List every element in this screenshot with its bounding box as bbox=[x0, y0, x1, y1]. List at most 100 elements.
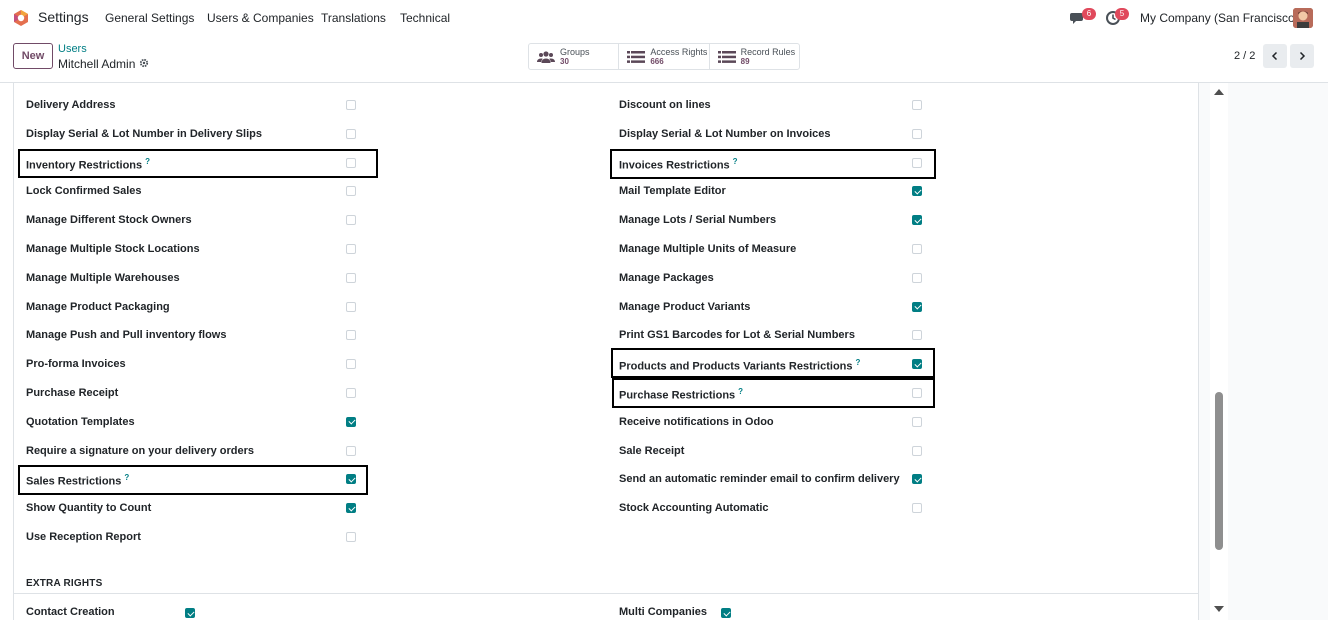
field-label-use-reception-report: Use Reception Report bbox=[26, 531, 141, 543]
menu-users-companies[interactable]: Users & Companies bbox=[207, 11, 314, 25]
checkbox-delivery-address[interactable] bbox=[346, 100, 356, 110]
checkbox-purchase-restrictions[interactable] bbox=[912, 388, 922, 398]
field-label-sales-restrictions: Sales Restrictions? bbox=[26, 473, 129, 488]
scroll-down-arrow-icon[interactable] bbox=[1214, 606, 1224, 612]
multi-companies-checkbox[interactable] bbox=[721, 608, 731, 618]
checkbox-display-serial-lot-number-on-invoices[interactable] bbox=[912, 128, 922, 139]
activities-badge: 5 bbox=[1115, 8, 1129, 20]
checkbox-receive-notifications-in-odoo[interactable] bbox=[912, 416, 922, 427]
field-label-text: Mail Template Editor bbox=[619, 185, 726, 198]
field-label-text: Inventory Restrictions bbox=[26, 159, 143, 172]
checkbox-manage-multiple-units-of-measure[interactable] bbox=[912, 244, 922, 254]
checkbox-manage-multiple-stock-locations[interactable] bbox=[346, 244, 356, 254]
groups-smart-button[interactable]: Groups 30 bbox=[529, 44, 620, 69]
contact-creation-checkbox[interactable] bbox=[185, 608, 195, 618]
menu-general-settings[interactable]: General Settings bbox=[105, 11, 194, 25]
field-label-sale-receipt: Sale Receipt bbox=[619, 445, 684, 457]
help-tooltip-icon[interactable]: ? bbox=[738, 387, 743, 396]
checkbox-inventory-restrictions[interactable] bbox=[346, 157, 356, 168]
checkbox-purchase-receipt[interactable] bbox=[346, 388, 356, 398]
field-label-send-an-automatic-reminder-email-to-confirm-delivery: Send an automatic reminder email to conf… bbox=[619, 473, 900, 485]
pager-previous-button[interactable] bbox=[1263, 44, 1287, 68]
breadcrumb-users[interactable]: Users bbox=[58, 43, 87, 55]
help-tooltip-icon[interactable]: ? bbox=[124, 473, 129, 482]
scroll-up-arrow-icon[interactable] bbox=[1214, 89, 1224, 95]
user-avatar[interactable] bbox=[1293, 8, 1313, 28]
checkbox-print-gs1-barcodes-for-lot-serial-numbers[interactable] bbox=[912, 330, 922, 341]
field-label-manage-packages: Manage Packages bbox=[619, 272, 714, 284]
checkbox-display-serial-lot-number-in-delivery-slips[interactable] bbox=[346, 128, 356, 139]
checkbox-manage-lots-serial-numbers[interactable] bbox=[912, 215, 922, 226]
checkbox-manage-multiple-warehouses[interactable] bbox=[346, 272, 356, 283]
help-tooltip-icon[interactable]: ? bbox=[145, 157, 150, 166]
help-tooltip-icon[interactable]: ? bbox=[733, 157, 738, 166]
record-rules-label: Record Rules bbox=[740, 46, 796, 57]
field-label-text: Manage Lots / Serial Numbers bbox=[619, 214, 777, 227]
access-rights-count: 666 bbox=[650, 56, 664, 66]
field-label-text: Discount on lines bbox=[619, 99, 711, 111]
field-label-manage-push-and-pull-inventory-flows: Manage Push and Pull inventory flows bbox=[26, 329, 226, 341]
checkbox-sales-restrictions[interactable] bbox=[346, 474, 356, 485]
checkbox-lock-confirmed-sales[interactable] bbox=[346, 186, 356, 197]
field-label-receive-notifications-in-odoo: Receive notifications in Odoo bbox=[619, 416, 774, 428]
checkbox-show-quantity-to-count[interactable] bbox=[346, 503, 356, 514]
section-divider bbox=[14, 593, 1198, 594]
pager-next-button[interactable] bbox=[1290, 44, 1314, 68]
checkbox-products-and-products-variants-restrictions[interactable] bbox=[912, 359, 922, 370]
field-label-manage-product-packaging: Manage Product Packaging bbox=[26, 301, 170, 313]
checkbox-require-a-signature-on-your-delivery-orders[interactable] bbox=[346, 445, 356, 456]
checkbox-pro-forma-invoices[interactable] bbox=[346, 359, 356, 370]
checkbox-manage-product-variants[interactable] bbox=[912, 301, 922, 312]
record-rules-smart-button[interactable]: Record Rules 89 bbox=[710, 44, 799, 69]
checkbox-manage-different-stock-owners[interactable] bbox=[346, 215, 356, 226]
field-label-quotation-templates: Quotation Templates bbox=[26, 416, 135, 428]
sheet-border-right bbox=[1198, 83, 1199, 620]
app-name[interactable]: Settings bbox=[38, 9, 89, 25]
field-label-text: Purchase Receipt bbox=[26, 387, 119, 399]
field-label-text: Manage Product Variants bbox=[619, 300, 751, 313]
checkbox-manage-packages[interactable] bbox=[912, 272, 922, 283]
field-label-text: Lock Confirmed Sales bbox=[26, 185, 142, 198]
field-label-text: Purchase Restrictions bbox=[619, 389, 736, 402]
field-label-text: Require a signature on your delivery ord… bbox=[26, 444, 255, 457]
field-label-products-and-products-variants-restrictions: Products and Products Variants Restricti… bbox=[619, 358, 860, 373]
new-button[interactable]: New bbox=[13, 43, 53, 69]
top-navbar: Settings General Settings Users & Compan… bbox=[0, 0, 1328, 36]
checkbox-manage-push-and-pull-inventory-flows[interactable] bbox=[346, 330, 356, 341]
field-label-text: Use Reception Report bbox=[26, 531, 141, 543]
odoo-app-logo-icon[interactable] bbox=[12, 9, 30, 27]
field-label-manage-lots-serial-numbers: Manage Lots / Serial Numbers bbox=[619, 214, 776, 226]
field-label-manage-different-stock-owners: Manage Different Stock Owners bbox=[26, 214, 192, 226]
field-label-manage-multiple-stock-locations: Manage Multiple Stock Locations bbox=[26, 243, 200, 255]
help-tooltip-icon[interactable]: ? bbox=[856, 358, 861, 367]
checkbox-quotation-templates[interactable] bbox=[346, 416, 356, 427]
scrollbar-thumb[interactable] bbox=[1215, 392, 1223, 550]
field-label-discount-on-lines: Discount on lines bbox=[619, 99, 711, 111]
checkbox-mail-template-editor[interactable] bbox=[912, 186, 922, 197]
checkbox-use-reception-report[interactable] bbox=[346, 532, 356, 542]
checkbox-stock-accounting-automatic[interactable] bbox=[912, 503, 922, 514]
field-label-delivery-address: Delivery Address bbox=[26, 99, 115, 111]
field-label-manage-multiple-units-of-measure: Manage Multiple Units of Measure bbox=[619, 243, 796, 255]
groups-count: 30 bbox=[560, 56, 569, 66]
messages-badge: 6 bbox=[1082, 8, 1096, 20]
field-label-text: Receive notifications in Odoo bbox=[619, 415, 774, 428]
checkbox-manage-product-packaging[interactable] bbox=[346, 301, 356, 312]
access-rights-smart-button[interactable]: Access Rights 666 bbox=[619, 44, 710, 69]
company-switcher[interactable]: My Company (San Francisco) bbox=[1140, 11, 1299, 25]
gear-icon[interactable] bbox=[139, 58, 149, 68]
avatar-icon bbox=[1293, 8, 1313, 28]
checkbox-invoices-restrictions[interactable] bbox=[912, 157, 922, 168]
extra-rights-title: EXTRA RIGHTS bbox=[26, 578, 103, 589]
checkbox-sale-receipt[interactable] bbox=[912, 445, 922, 456]
list-icon bbox=[627, 50, 646, 63]
field-label-text: Show Quantity to Count bbox=[26, 502, 152, 515]
field-label-text: Delivery Address bbox=[26, 99, 116, 111]
menu-technical[interactable]: Technical bbox=[400, 11, 450, 25]
field-label-display-serial-lot-number-on-invoices: Display Serial & Lot Number on Invoices bbox=[619, 128, 831, 140]
access-rights-label: Access Rights bbox=[650, 46, 708, 57]
menu-translations[interactable]: Translations bbox=[321, 11, 386, 25]
checkbox-send-an-automatic-reminder-email-to-confirm-delivery[interactable] bbox=[912, 474, 922, 485]
pager-value[interactable]: 2 / 2 bbox=[1234, 50, 1255, 62]
checkbox-discount-on-lines[interactable] bbox=[912, 100, 922, 110]
